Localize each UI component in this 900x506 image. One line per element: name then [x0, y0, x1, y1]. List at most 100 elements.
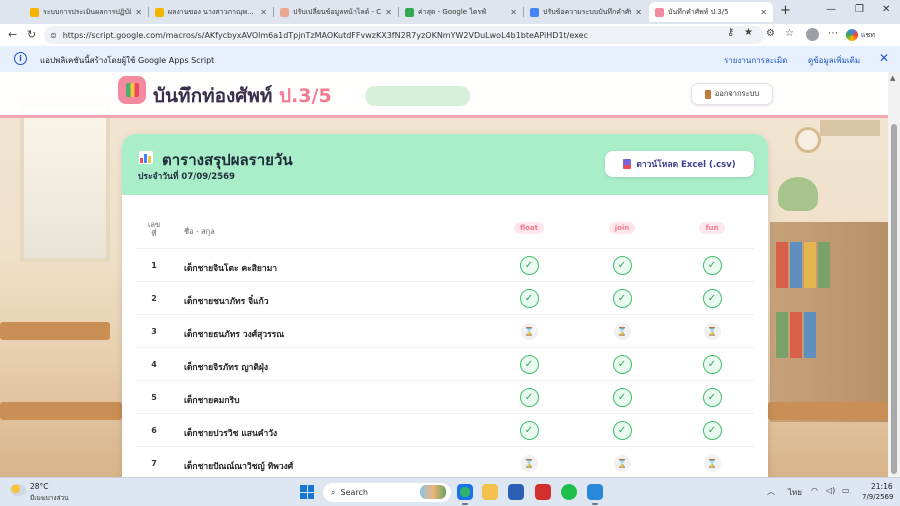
file-explorer-icon[interactable] [482, 484, 498, 500]
tab-favicon-icon [405, 7, 414, 17]
tab-close-icon[interactable]: ✕ [760, 8, 767, 17]
word-status-cell: ✓ [592, 355, 652, 374]
wifi-icon[interactable]: ◠ [811, 486, 818, 495]
app-icon[interactable] [587, 484, 603, 500]
tab-title: ค่าสุด - Google ไดรฟ์ [418, 7, 487, 16]
extensions-icon[interactable]: ⚙ [766, 28, 775, 39]
check-icon: ✓ [702, 289, 722, 308]
hourglass-icon: ⌛ [520, 455, 538, 472]
tab-title: ผลงานของ นางสาวภาณุพ... [168, 7, 254, 16]
reload-icon[interactable]: ↻ [27, 28, 36, 41]
bookmark-star-icon[interactable]: ★ [744, 27, 753, 38]
check-icon: ✓ [519, 421, 539, 440]
student-number: 2 [151, 294, 157, 303]
battery-icon[interactable]: ▭ [842, 486, 850, 495]
new-tab-button[interactable]: + [780, 3, 791, 18]
student-name: เด็กชายจิรภัทร ญาติฝุ่ง [184, 363, 269, 373]
table-row: 6 เด็กชายปวรวิช แสนคำวัง ✓ ✓ ✓ [136, 414, 754, 447]
column-header-word-2: join [592, 222, 652, 234]
search-highlight-art [420, 485, 446, 499]
check-icon: ✓ [702, 421, 722, 440]
edge-browser-icon[interactable] [457, 484, 473, 500]
gemini-icon [846, 29, 858, 41]
input-language[interactable]: ไทย [788, 486, 802, 499]
background-desk [0, 402, 122, 420]
url-field[interactable]: ⊜ https://script.google.com/macros/s/AKf… [44, 26, 764, 44]
word-status-cell: ✓ [499, 289, 559, 308]
door-icon [704, 89, 711, 99]
table-row: 7 เด็กชายปัณณ์ณาวิชญ์ ทิพวงศ์ ⌛ ⌛ ⌛ [136, 447, 754, 477]
close-window-button[interactable]: ✕ [882, 4, 890, 15]
browser-tab[interactable]: ระบบการประเมินผลการปฏิบัติงานฯ✕ [24, 2, 148, 22]
check-icon: ✓ [519, 388, 539, 407]
weather-icon[interactable] [10, 484, 26, 496]
word-status-cell: ✓ [682, 256, 742, 275]
running-indicator [462, 503, 468, 505]
maximize-button[interactable]: ❐ [855, 4, 864, 15]
browser-tab[interactable]: บันทึกคำศัพท์ ป.3/5 ✕ [649, 2, 773, 22]
bar-chart-icon [139, 151, 153, 164]
scroll-up-icon[interactable]: ▲ [890, 74, 895, 82]
browser-tab[interactable]: ปรับข้อความระบบบันทึกคำศัพท์... ✕ [524, 2, 648, 22]
browser-tab[interactable]: ปรับเปลี่ยนข้อมูลหน้าไลด์ - Cl... ✕ [274, 2, 398, 22]
tab-title: ระบบการประเมินผลการปฏิบัติงานฯ [43, 7, 132, 16]
summary-date: ประจำวันที่ 07/09/2569 [138, 172, 235, 182]
logout-label: ออกจากระบบ [714, 89, 760, 98]
download-csv-button[interactable]: ดาวน์โหลด Excel (.csv) [605, 151, 754, 177]
tab-close-icon[interactable]: ✕ [510, 8, 517, 17]
word-icon[interactable] [508, 484, 524, 500]
logout-button[interactable]: ออกจากระบบ [691, 83, 773, 105]
profile-avatar[interactable] [806, 28, 819, 41]
table-row: 5 เด็กชายคมกริบ ✓ ✓ ✓ [136, 381, 754, 414]
background-bookshelf [770, 222, 888, 422]
word-status-cell: ✓ [682, 355, 742, 374]
clock-date[interactable]: 7/9/2569 [862, 493, 893, 501]
search-icon: ⌕ [331, 487, 336, 497]
table-header-row: เลขที่ ชื่อ - สกุล float join fun [136, 212, 754, 249]
volume-icon[interactable]: ◁) [826, 486, 835, 495]
browser-tab[interactable]: ค่าสุด - Google ไดรฟ์ ✕ [399, 2, 523, 22]
tab-favicon-icon [530, 7, 539, 17]
report-abuse-link[interactable]: รายงานการละเมิด [724, 54, 787, 67]
start-button[interactable] [300, 485, 314, 499]
word-status-cell: ✓ [499, 421, 559, 440]
tab-title: ปรับข้อความระบบบันทึกคำศัพท์... [543, 7, 631, 16]
favorites-icon[interactable]: ☆ [785, 28, 794, 39]
tab-close-icon[interactable]: ✕ [385, 8, 392, 17]
back-icon[interactable]: ← [8, 28, 17, 41]
app-header: บันทึกท่องศัพท์ ป.3/5 ออกจากระบบ [0, 72, 888, 118]
minimize-button[interactable]: — [826, 4, 836, 15]
weather-temperature[interactable]: 28°C [30, 482, 49, 491]
browser-tab[interactable]: ผลงานของ นางสาวภาณุพ... ✕ [149, 2, 273, 22]
page-scrollbar[interactable]: ▲ [888, 72, 900, 477]
tab-close-icon[interactable]: ✕ [260, 8, 267, 17]
student-name: เด็กชายปัณณ์ณาวิชญ์ ทิพวงศ์ [184, 462, 294, 472]
weather-description[interactable]: มีเมฆบางส่วน [30, 493, 69, 503]
line-icon[interactable] [561, 484, 577, 500]
student-number: 6 [151, 426, 157, 435]
infobar-close-icon[interactable]: ✕ [879, 51, 889, 65]
menu-icon[interactable]: ⋯ [828, 28, 838, 39]
scrollbar-thumb[interactable] [891, 124, 897, 474]
site-info-icon[interactable]: ⊜ [50, 31, 57, 40]
tab-title: ปรับเปลี่ยนข้อมูลหน้าไลด์ - Cl... [293, 7, 382, 16]
tray-overflow-icon[interactable]: ︿ [767, 486, 775, 497]
clock-time[interactable]: 21:16 [871, 482, 893, 491]
check-icon: ✓ [519, 289, 539, 308]
running-indicator [592, 503, 598, 505]
windows-taskbar: 28°C มีเมฆบางส่วน ⌕ Search ︿ ไทย ◠ ◁) ▭ … [0, 477, 900, 506]
tab-close-icon[interactable]: ✕ [635, 8, 642, 17]
word-status-cell: ✓ [682, 289, 742, 308]
column-header-number: เลขที่ [147, 220, 161, 238]
background-desk [768, 402, 888, 420]
student-number: 3 [151, 327, 157, 336]
tab-separator [523, 7, 524, 17]
gemini-chat-button[interactable]: แชท [846, 28, 890, 42]
acrobat-icon[interactable] [535, 484, 551, 500]
check-icon: ✓ [702, 355, 722, 374]
learn-more-link[interactable]: ดูข้อมูลเพิ่มเติม [808, 54, 860, 67]
word-status-cell: ⌛ [682, 454, 742, 472]
tab-close-icon[interactable]: ✕ [135, 8, 142, 17]
key-icon[interactable]: ⚷ [727, 27, 734, 38]
word-status-cell: ✓ [499, 355, 559, 374]
